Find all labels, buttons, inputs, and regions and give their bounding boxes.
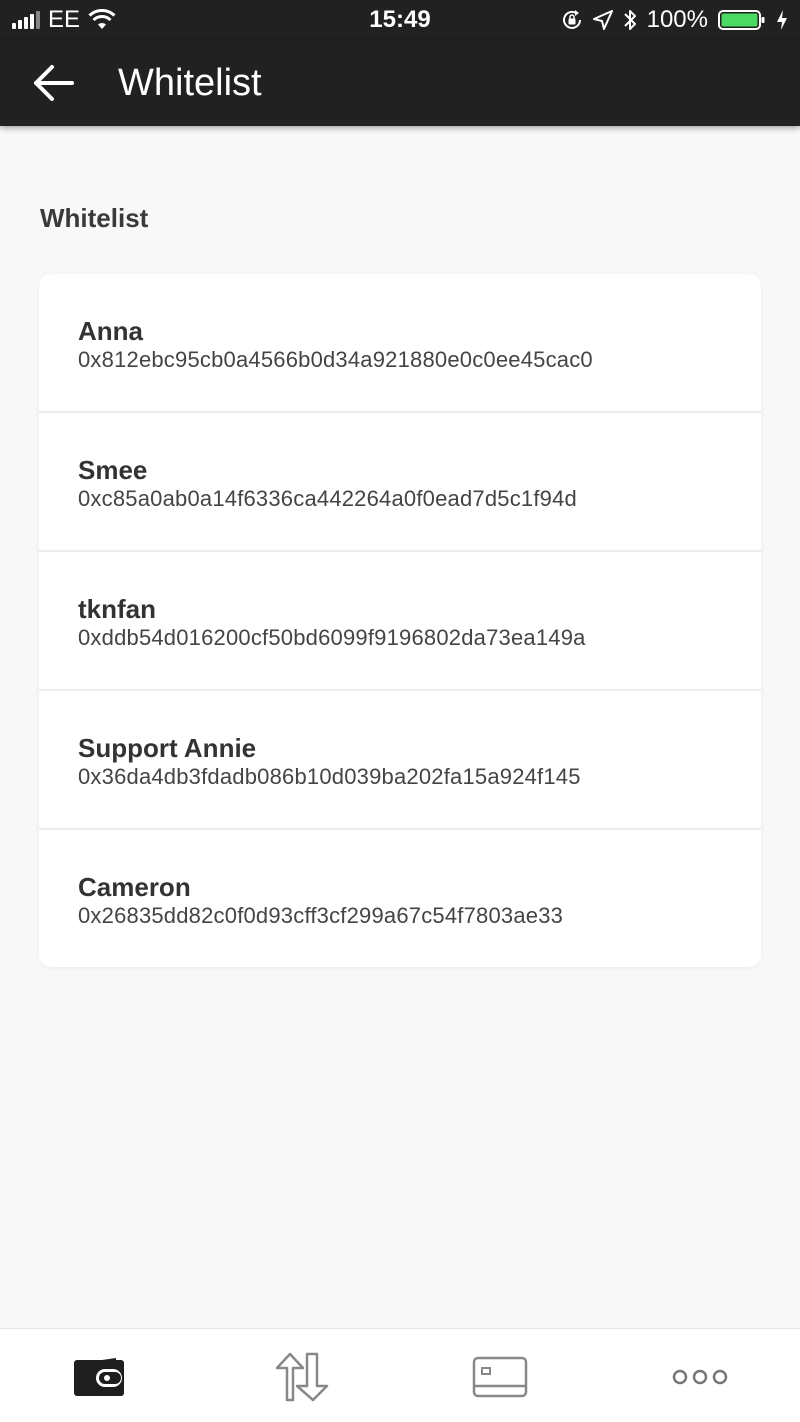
tab-more[interactable]	[660, 1347, 740, 1407]
back-button[interactable]	[30, 60, 86, 106]
wallet-icon	[74, 1358, 124, 1396]
app-bar: Whitelist	[0, 40, 800, 126]
tab-transfer[interactable]	[260, 1347, 340, 1407]
contact-address: 0xc85a0ab0a14f6336ca442264a0f0ead7d5c1f9…	[78, 486, 577, 511]
contact-name: Cameron	[78, 872, 191, 902]
whitelist-item[interactable]: tknfan 0xddb54d016200cf50bd6099f9196802d…	[39, 552, 761, 691]
contact-address: 0x26835dd82c0f0d93cff3cf299a67c54f7803ae…	[78, 903, 564, 928]
tab-wallet[interactable]	[59, 1347, 139, 1407]
transfer-icon	[275, 1352, 329, 1402]
whitelist-item[interactable]: Anna 0x812ebc95cb0a4566b0d34a921880e0c0e…	[39, 274, 761, 413]
card-icon	[472, 1356, 528, 1398]
contact-address: 0x812ebc95cb0a4566b0d34a921880e0c0ee45ca…	[78, 347, 593, 372]
contact-address: 0x36da4db3fdadb086b10d039ba202fa15a924f1…	[78, 764, 581, 789]
tab-card[interactable]	[460, 1347, 540, 1407]
status-bar: EE 15:49 100%	[0, 0, 800, 40]
section-title: Whitelist	[40, 203, 149, 233]
contact-name: Anna	[78, 316, 143, 346]
orientation-lock-icon	[562, 10, 581, 29]
charging-icon	[777, 10, 787, 30]
battery-icon	[718, 10, 765, 30]
whitelist-item[interactable]: Support Annie 0x36da4db3fdadb086b10d039b…	[39, 691, 761, 830]
contact-address: 0xddb54d016200cf50bd6099f9196802da73ea14…	[78, 625, 586, 650]
contact-name: Smee	[78, 455, 148, 485]
contact-name: tknfan	[78, 594, 156, 624]
whitelist-item[interactable]: Cameron 0x26835dd82c0f0d93cff3cf299a67c5…	[39, 830, 761, 967]
tab-bar	[0, 1328, 800, 1422]
page-title: Whitelist	[118, 62, 262, 104]
whitelist-card: Anna 0x812ebc95cb0a4566b0d34a921880e0c0e…	[39, 274, 761, 967]
battery-percent: 100%	[646, 6, 708, 33]
bluetooth-icon	[623, 10, 636, 30]
contact-name: Support Annie	[78, 733, 257, 763]
whitelist-item[interactable]: Smee 0xc85a0ab0a14f6336ca442264a0f0ead7d…	[39, 413, 761, 552]
more-icon	[672, 1369, 728, 1385]
location-icon	[592, 10, 613, 30]
arrow-left-icon	[34, 65, 74, 101]
